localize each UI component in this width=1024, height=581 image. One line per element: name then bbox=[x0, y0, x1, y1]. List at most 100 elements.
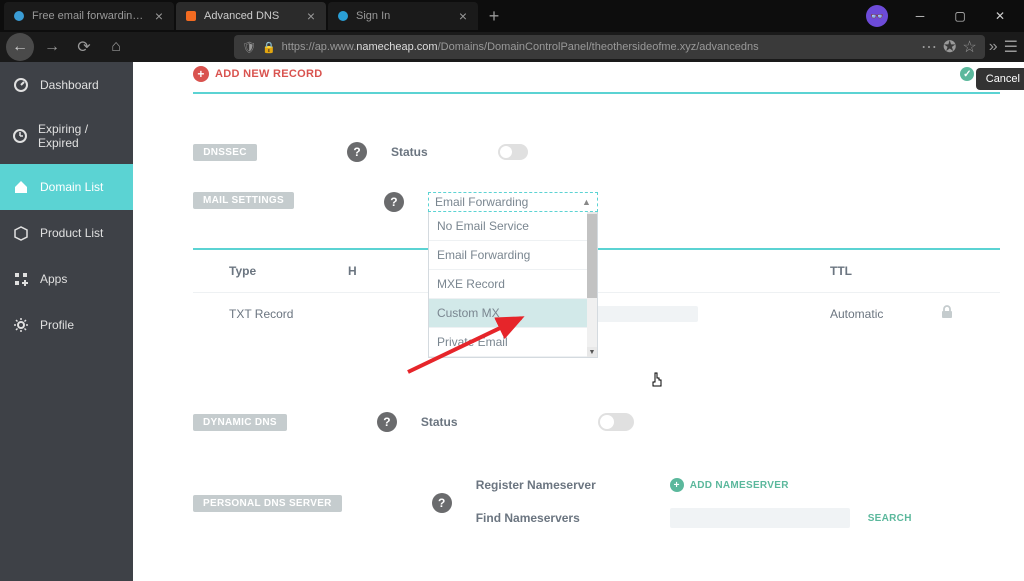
plus-icon: + bbox=[193, 66, 209, 82]
help-icon[interactable]: ? bbox=[384, 192, 404, 212]
close-icon[interactable]: × bbox=[304, 9, 318, 23]
cancel-tooltip: Cancel bbox=[976, 68, 1024, 90]
cursor-pointer-icon bbox=[649, 372, 665, 395]
gear-icon bbox=[12, 316, 30, 334]
bookmark-icon[interactable]: ☆ bbox=[962, 37, 976, 57]
pds-register-row: Register Nameserver + ADD NAMESERVER bbox=[476, 478, 912, 492]
tab-strip: Free email forwarding with Na × Advanced… bbox=[0, 0, 1024, 32]
dynamic-dns-tag: DYNAMIC DNS bbox=[193, 414, 287, 431]
nameserver-search-input[interactable] bbox=[670, 508, 850, 528]
reader-icon[interactable]: ✪ bbox=[943, 37, 956, 57]
dynamic-dns-status-label: Status bbox=[421, 415, 458, 429]
sidebar-item-apps[interactable]: Apps bbox=[0, 256, 133, 302]
browser-tab-2[interactable]: Sign In × bbox=[328, 2, 478, 30]
home-icon bbox=[12, 178, 30, 196]
new-tab-button[interactable]: + bbox=[480, 2, 508, 30]
minimize-button[interactable]: ─ bbox=[900, 1, 940, 31]
close-icon[interactable]: × bbox=[152, 9, 166, 23]
header-ttl: TTL bbox=[830, 264, 940, 278]
forward-button[interactable]: → bbox=[38, 33, 66, 61]
mail-settings-tag: MAIL SETTINGS bbox=[193, 192, 294, 209]
url-bar[interactable]: 🛡 🔒 https://ap.www.namecheap.com/Domains… bbox=[234, 35, 985, 59]
dropdown-option-mxe-record[interactable]: MXE Record bbox=[429, 270, 597, 299]
more-icon[interactable]: ⋯ bbox=[921, 37, 937, 57]
dropdown-selected[interactable]: Email Forwarding ▲ bbox=[428, 192, 598, 212]
maximize-button[interactable]: ▢ bbox=[940, 1, 980, 31]
pds-tag: PERSONAL DNS SERVER bbox=[193, 495, 342, 512]
dropdown-list: No Email Service Email Forwarding MXE Re… bbox=[428, 212, 598, 358]
dnssec-status-label: Status bbox=[391, 145, 428, 159]
dropdown-option-custom-mx[interactable]: Custom MX bbox=[429, 299, 597, 328]
toolbar-right: » ☰ bbox=[989, 37, 1018, 57]
check-icon: ✓ bbox=[960, 67, 974, 81]
home-button[interactable]: ⌂ bbox=[102, 33, 130, 61]
sidebar-item-product-list[interactable]: Product List bbox=[0, 210, 133, 256]
add-ns-label: ADD NAMESERVER bbox=[690, 480, 789, 491]
overflow-icon[interactable]: » bbox=[989, 38, 998, 56]
tab-title: Sign In bbox=[356, 10, 450, 22]
close-icon[interactable]: × bbox=[456, 9, 470, 23]
cell-actions bbox=[940, 305, 1000, 322]
sidebar-item-dashboard[interactable]: Dashboard bbox=[0, 62, 133, 108]
add-record-label: ADD NEW RECORD bbox=[215, 68, 322, 80]
dynamic-dns-section: DYNAMIC DNS ? Status bbox=[193, 412, 1000, 432]
browser-tab-0[interactable]: Free email forwarding with Na × bbox=[4, 2, 174, 30]
reload-button[interactable]: ⟳ bbox=[70, 33, 98, 61]
dropdown-scrollbar[interactable]: ▲ ▼ bbox=[587, 212, 597, 357]
content: Cancel + ADD NEW RECORD ✓ SHO DNSSEC ? S… bbox=[133, 62, 1024, 581]
header-actions bbox=[940, 264, 1000, 278]
help-icon[interactable]: ? bbox=[432, 493, 452, 513]
favicon-icon bbox=[336, 9, 350, 23]
sidebar-item-domain-list[interactable]: Domain List bbox=[0, 164, 133, 210]
add-record-row: + ADD NEW RECORD ✓ SHO bbox=[193, 62, 1000, 94]
sidebar-item-profile[interactable]: Profile bbox=[0, 302, 133, 348]
sidebar-item-label: Apps bbox=[40, 272, 67, 286]
scroll-thumb[interactable] bbox=[587, 214, 597, 298]
register-ns-label: Register Nameserver bbox=[476, 478, 670, 492]
mail-settings-dropdown[interactable]: Email Forwarding ▲ No Email Service Emai… bbox=[428, 192, 598, 212]
cell-ttl: Automatic bbox=[830, 307, 940, 321]
dropdown-selected-text: Email Forwarding bbox=[435, 195, 528, 209]
app: Dashboard Expiring / Expired Domain List… bbox=[0, 62, 1024, 581]
cell-type: TXT Record bbox=[193, 307, 348, 321]
lock-icon: 🔒 bbox=[262, 41, 276, 54]
dropdown-option-email-forwarding[interactable]: Email Forwarding bbox=[429, 241, 597, 270]
box-icon bbox=[12, 224, 30, 242]
plus-icon: + bbox=[670, 478, 684, 492]
search-button[interactable]: SEARCH bbox=[868, 513, 912, 524]
header-type: Type bbox=[193, 264, 348, 278]
help-icon[interactable]: ? bbox=[377, 412, 397, 432]
dropdown-option-private-email[interactable]: Private Email bbox=[429, 328, 597, 357]
browser-chrome: Free email forwarding with Na × Advanced… bbox=[0, 0, 1024, 62]
gauge-icon bbox=[12, 76, 30, 94]
back-button[interactable]: ← bbox=[6, 33, 34, 61]
tab-title: Free email forwarding with Na bbox=[32, 10, 146, 22]
shield-icon: 🛡 bbox=[242, 41, 256, 54]
browser-tab-1[interactable]: Advanced DNS × bbox=[176, 2, 326, 30]
add-nameserver-button[interactable]: + ADD NAMESERVER bbox=[670, 478, 789, 492]
clock-icon bbox=[12, 127, 28, 145]
favicon-icon bbox=[12, 9, 26, 23]
personal-dns-section: PERSONAL DNS SERVER ? Register Nameserve… bbox=[193, 478, 1000, 528]
menu-icon[interactable]: ☰ bbox=[1004, 37, 1018, 57]
sidebar-item-label: Domain List bbox=[40, 180, 103, 194]
sidebar-item-expiring[interactable]: Expiring / Expired bbox=[0, 108, 133, 164]
dnssec-tag: DNSSEC bbox=[193, 144, 257, 161]
add-new-record-button[interactable]: + ADD NEW RECORD bbox=[193, 66, 322, 82]
url-actions: ⋯ ✪ ☆ bbox=[921, 37, 977, 57]
dnssec-section: DNSSEC ? Status bbox=[193, 142, 1000, 162]
window-controls: 👓 ─ ▢ ✕ bbox=[866, 1, 1020, 31]
sidebar: Dashboard Expiring / Expired Domain List… bbox=[0, 62, 133, 581]
scroll-down-icon[interactable]: ▼ bbox=[587, 347, 597, 357]
help-icon[interactable]: ? bbox=[347, 142, 367, 162]
plus-grid-icon bbox=[12, 270, 30, 288]
dnssec-toggle[interactable] bbox=[498, 144, 528, 160]
dropdown-option-no-email[interactable]: No Email Service bbox=[429, 212, 597, 241]
pds-find-row: Find Nameservers SEARCH bbox=[476, 508, 912, 528]
close-window-button[interactable]: ✕ bbox=[980, 1, 1020, 31]
dynamic-dns-toggle[interactable] bbox=[598, 413, 634, 431]
nav-bar: ← → ⟳ ⌂ 🛡 🔒 https://ap.www.namecheap.com… bbox=[0, 32, 1024, 62]
sidebar-item-label: Profile bbox=[40, 318, 74, 332]
pds-content: Register Nameserver + ADD NAMESERVER Fin… bbox=[476, 478, 912, 528]
incognito-icon: 👓 bbox=[866, 5, 888, 27]
